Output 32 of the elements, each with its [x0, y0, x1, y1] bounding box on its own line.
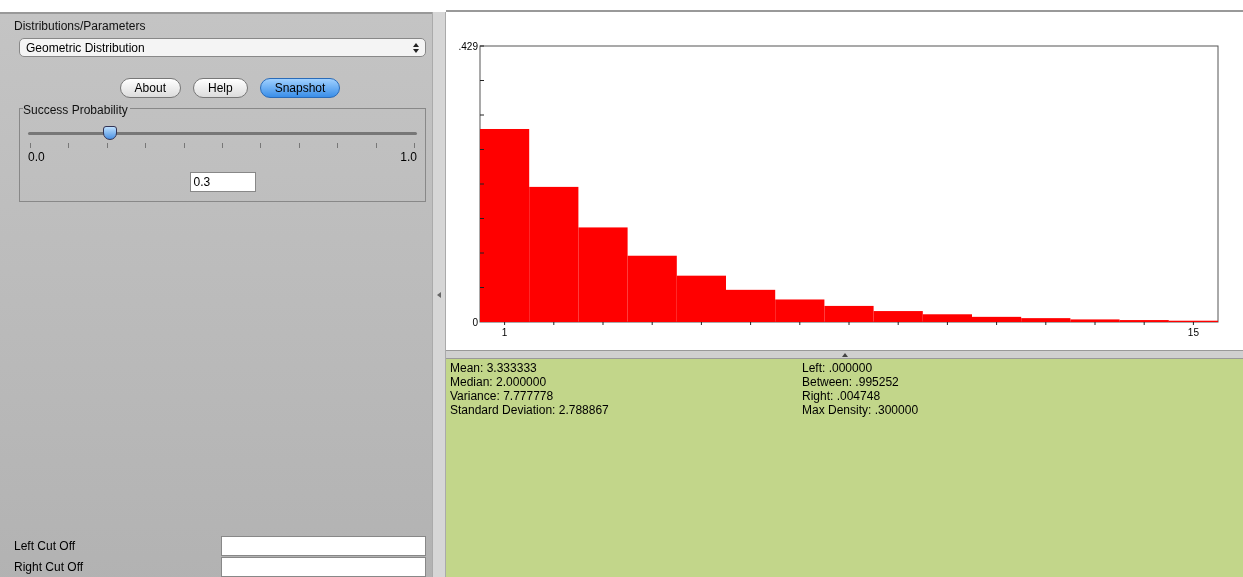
statistic-text: Variance: 7.777778 — [450, 389, 555, 403]
x-tick-label: 15 — [1187, 327, 1199, 338]
distribution-select[interactable]: Geometric Distribution — [19, 38, 426, 57]
slider-thumb[interactable] — [102, 126, 117, 140]
splitter-arrow-icon — [437, 291, 441, 298]
cutoff-label: Left Cut Off — [14, 537, 76, 555]
y-tick-label: .429 — [458, 41, 478, 52]
stepper-icon — [413, 42, 419, 53]
statistic-text: Max Density: .300000 — [802, 403, 919, 417]
panel-button[interactable]: Snapshot — [259, 78, 341, 98]
cutoff-label: Right Cut Off — [14, 558, 84, 576]
cutoff-field[interactable] — [221, 556, 426, 577]
probability-field[interactable]: 0.3 — [189, 172, 256, 192]
x-tick-label: 1 — [501, 327, 508, 338]
bar — [676, 275, 726, 322]
statistic-text: Between: .995252 — [802, 375, 900, 389]
statistic-text: Left: .000000 — [802, 361, 874, 375]
cutoff-field[interactable] — [221, 535, 426, 556]
statistic-text: Median: 2.000000 — [450, 375, 548, 389]
statistic-text: Right: .004748 — [802, 389, 882, 403]
panel-button[interactable]: Help — [192, 78, 248, 98]
panel-button[interactable]: About — [119, 78, 181, 98]
panel-title: Distributions/Parameters — [14, 18, 147, 35]
bar — [627, 255, 677, 322]
statistic-text: Mean: 3.333333 — [450, 361, 538, 375]
horizontal-splitter[interactable] — [446, 350, 1243, 359]
slider-min-label: 0.0 — [28, 149, 45, 166]
statistic-text: Standard Deviation: 2.788867 — [450, 403, 610, 417]
slider-track[interactable] — [28, 125, 417, 141]
slider-max-label: 1.0 — [400, 149, 417, 166]
select-value: Geometric Distribution — [26, 39, 145, 57]
y-tick-label: 0 — [472, 317, 478, 328]
